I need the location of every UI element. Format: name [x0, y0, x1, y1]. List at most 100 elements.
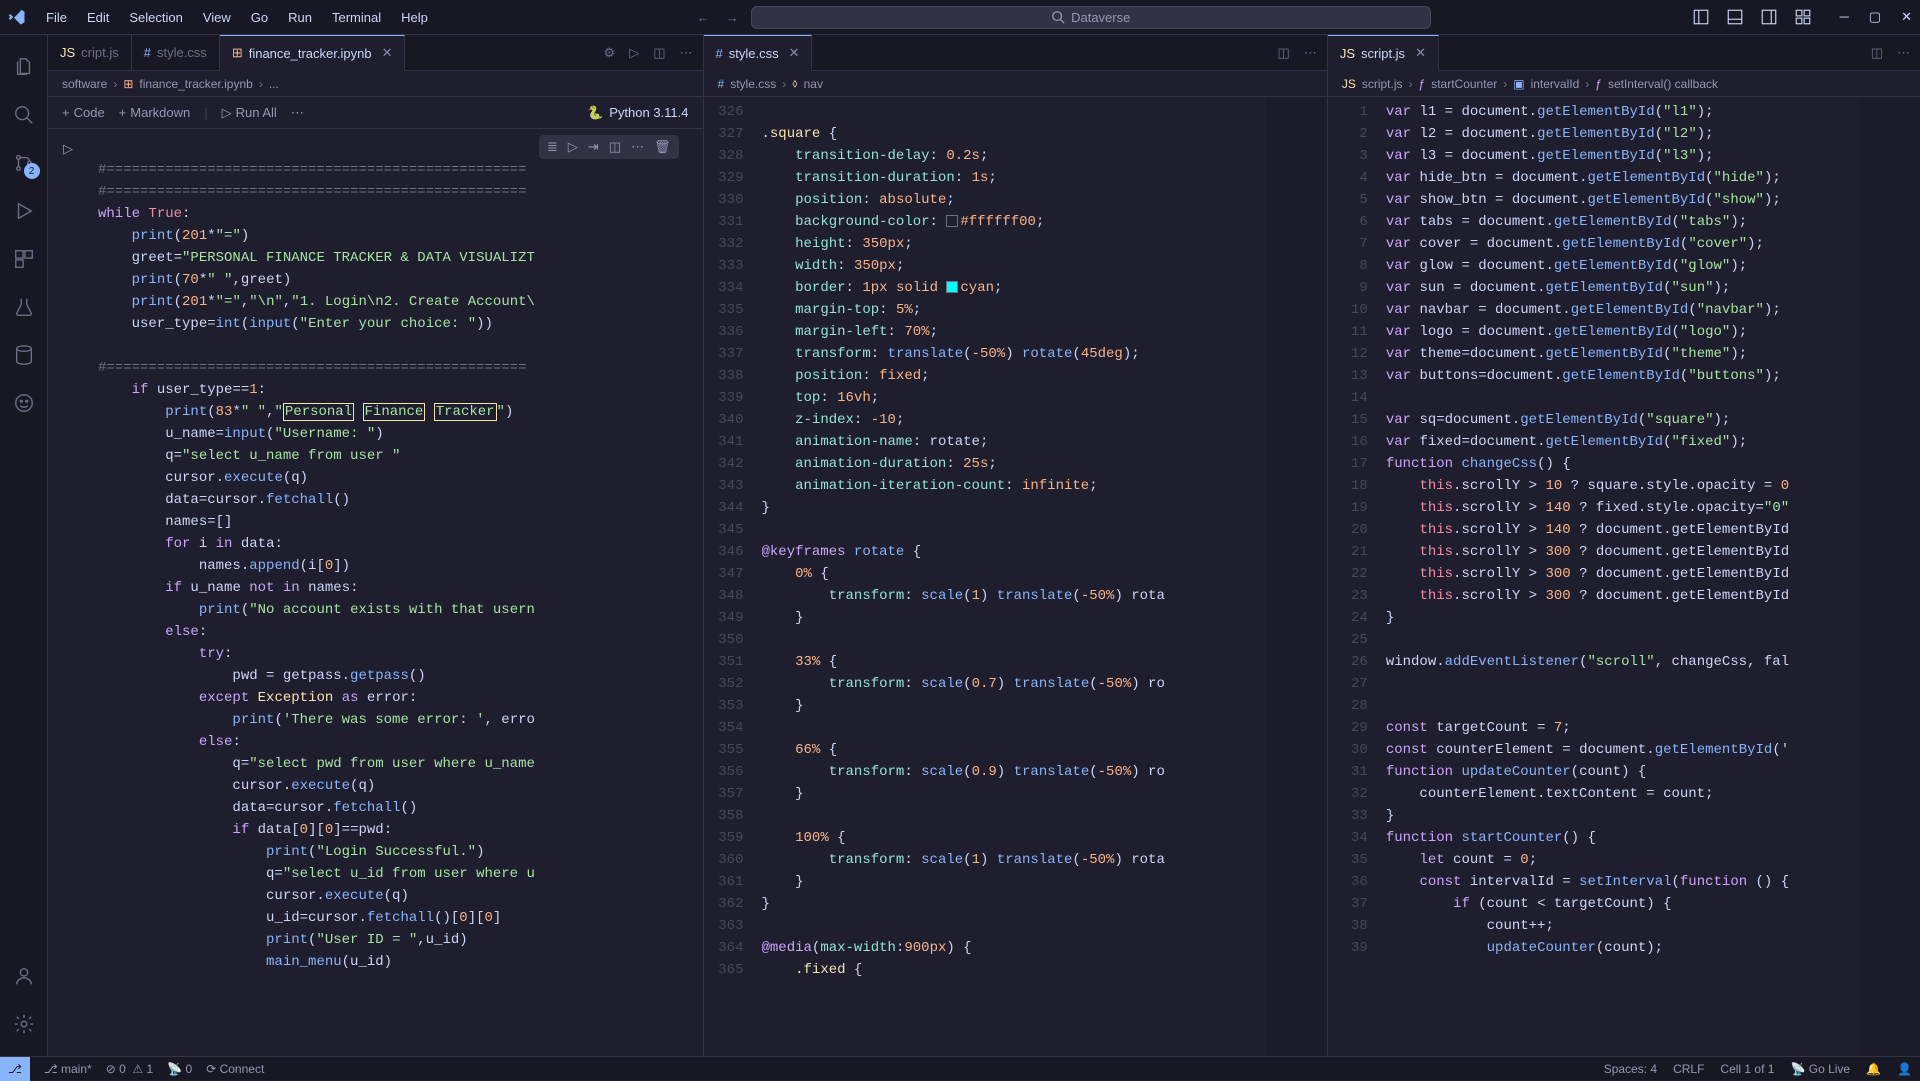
- close-icon[interactable]: ✕: [789, 45, 800, 61]
- run-icon[interactable]: ▷: [629, 45, 639, 61]
- beaker-icon: [13, 296, 35, 318]
- maximize-icon[interactable]: ▢: [1869, 9, 1881, 25]
- run-by-line-icon[interactable]: ≣: [547, 139, 558, 155]
- account-icon: [13, 965, 35, 987]
- search-icon: [13, 104, 35, 126]
- add-code-button[interactable]: +Code: [62, 105, 105, 120]
- split-icon[interactable]: ◫: [653, 45, 665, 61]
- activity-extensions[interactable]: [0, 235, 48, 283]
- menu-selection[interactable]: Selection: [121, 6, 190, 29]
- activity-database[interactable]: [0, 331, 48, 379]
- code-editor[interactable]: .square { transition-delay: 0.2s; transi…: [762, 97, 1267, 1056]
- minimap[interactable]: [1860, 97, 1920, 1056]
- feedback-icon[interactable]: 👤: [1897, 1062, 1912, 1076]
- tab-script-js[interactable]: JSscript.js✕: [1328, 35, 1439, 71]
- pet-icon: [13, 392, 35, 414]
- line-gutter: 1234567891011121314151617181920212223242…: [1328, 97, 1386, 1056]
- extensions-icon: [13, 248, 35, 270]
- minimize-icon[interactable]: ─: [1840, 9, 1849, 25]
- notebook-cell-code[interactable]: #=======================================…: [98, 159, 693, 973]
- git-branch[interactable]: ⎇ main*: [44, 1062, 92, 1076]
- split-cell-icon[interactable]: ◫: [609, 139, 621, 155]
- layout-toggle-bottom-icon[interactable]: [1726, 8, 1744, 26]
- breadcrumbs-3[interactable]: JSscript.js› ƒstartCounter› ▣intervalId›…: [1328, 71, 1920, 97]
- editor-group-3: JSscript.js✕ ◫ ⋯ JSscript.js› ƒstartCoun…: [1328, 35, 1920, 1056]
- gear-icon: [13, 1013, 35, 1035]
- code-editor[interactable]: var l1 = document.getElementById("l1"); …: [1386, 97, 1860, 1056]
- run-all-button[interactable]: ▷Run All: [222, 105, 277, 121]
- kernel-picker[interactable]: 🐍Python 3.11.4: [587, 105, 688, 121]
- close-icon[interactable]: ✕: [382, 45, 393, 61]
- layout-toggle-right-icon[interactable]: [1760, 8, 1778, 26]
- files-icon: [13, 56, 35, 78]
- more-icon[interactable]: ⋯: [291, 105, 304, 121]
- line-gutter: 3263273283293303313323333343353363373383…: [704, 97, 762, 1056]
- editor-group-2: #style.css✕ ◫ ⋯ #style.css› ⬨nav 3263273…: [704, 35, 1328, 1056]
- title-bar: File Edit Selection View Go Run Terminal…: [0, 0, 1920, 35]
- tab-style-css[interactable]: #style.css: [132, 35, 220, 71]
- tab-style-css-2[interactable]: #style.css✕: [704, 35, 813, 71]
- menu-terminal[interactable]: Terminal: [324, 6, 389, 29]
- split-icon[interactable]: ◫: [1278, 45, 1290, 61]
- minimap[interactable]: [1267, 97, 1327, 1056]
- execute-cell-icon[interactable]: ▷: [568, 139, 578, 155]
- cell-toolbar: ≣ ▷ ⇥ ◫ ⋯ 🗑: [539, 135, 679, 159]
- close-icon[interactable]: ✕: [1415, 45, 1426, 61]
- nav-forward-icon[interactable]: →: [726, 10, 739, 25]
- menu-view[interactable]: View: [195, 6, 239, 29]
- breadcrumbs-2[interactable]: #style.css› ⬨nav: [704, 71, 1327, 97]
- menu-edit[interactable]: Edit: [79, 6, 117, 29]
- more-icon[interactable]: ⋯: [631, 139, 644, 155]
- activity-settings[interactable]: [0, 1000, 48, 1048]
- menu-help[interactable]: Help: [393, 6, 436, 29]
- database-icon: [13, 344, 35, 366]
- tab-cript-js[interactable]: JScript.js: [48, 35, 132, 71]
- command-center[interactable]: Dataverse: [751, 6, 1431, 29]
- remote-indicator[interactable]: ⎇: [0, 1057, 30, 1081]
- command-center-text: Dataverse: [1071, 10, 1130, 25]
- more-icon[interactable]: ⋯: [1897, 45, 1910, 61]
- activity-bar: 2: [0, 35, 48, 1056]
- layout-toggle-left-icon[interactable]: [1692, 8, 1710, 26]
- more-icon[interactable]: ⋯: [680, 45, 693, 61]
- activity-debug[interactable]: [0, 187, 48, 235]
- tabs-group-2: #style.css✕ ◫ ⋯: [704, 35, 1327, 71]
- tabs-group-1: JScript.js #style.css ⊞finance_tracker.i…: [48, 35, 703, 71]
- scm-badge: 2: [24, 163, 40, 179]
- breadcrumbs-1[interactable]: software› ⊞finance_tracker.ipynb› ...: [48, 71, 703, 97]
- eol-indicator[interactable]: CRLF: [1673, 1062, 1704, 1076]
- activity-testing[interactable]: [0, 283, 48, 331]
- editor-group-1: JScript.js #style.css ⊞finance_tracker.i…: [48, 35, 704, 1056]
- layout-customize-icon[interactable]: [1794, 8, 1812, 26]
- run-debug-icon: [13, 200, 35, 222]
- activity-scm[interactable]: 2: [0, 139, 48, 187]
- nav-back-icon[interactable]: ←: [697, 10, 710, 25]
- cell-indicator[interactable]: Cell 1 of 1: [1720, 1062, 1774, 1076]
- activity-account[interactable]: [0, 952, 48, 1000]
- activity-search[interactable]: [0, 91, 48, 139]
- tabs-group-3: JSscript.js✕ ◫ ⋯: [1328, 35, 1920, 71]
- notebook-toolbar: +Code +Markdown | ▷Run All ⋯ 🐍Python 3.1…: [48, 97, 703, 129]
- activity-explorer[interactable]: [0, 43, 48, 91]
- delete-cell-icon[interactable]: 🗑: [654, 139, 671, 155]
- activity-pet[interactable]: [0, 379, 48, 427]
- status-bar: ⎇ ⎇ main* ⊘ 0 ⚠ 1 📡 0 ⟳ Connect Spaces: …: [0, 1056, 1920, 1080]
- tab-finance-tracker[interactable]: ⊞finance_tracker.ipynb✕: [220, 35, 406, 71]
- go-live-button[interactable]: 📡 Go Live: [1790, 1062, 1850, 1076]
- menu-run[interactable]: Run: [280, 6, 320, 29]
- connect-status[interactable]: ⟳ Connect: [206, 1062, 264, 1076]
- more-icon[interactable]: ⋯: [1304, 45, 1317, 61]
- notifications-icon[interactable]: 🔔: [1866, 1062, 1881, 1076]
- split-icon[interactable]: ◫: [1871, 45, 1883, 61]
- close-icon[interactable]: ✕: [1901, 9, 1912, 25]
- spaces-indicator[interactable]: Spaces: 4: [1604, 1062, 1657, 1076]
- add-markdown-button[interactable]: +Markdown: [119, 105, 191, 120]
- problems-status[interactable]: ⊘ 0 ⚠ 1: [106, 1062, 154, 1076]
- cell-run-button[interactable]: ▷: [48, 137, 88, 157]
- ports-status[interactable]: 📡 0: [167, 1062, 192, 1076]
- execute-below-icon[interactable]: ⇥: [588, 139, 599, 155]
- vscode-icon: [8, 8, 26, 26]
- menu-file[interactable]: File: [38, 6, 75, 29]
- menu-go[interactable]: Go: [243, 6, 276, 29]
- gear-icon[interactable]: ⚙: [604, 45, 616, 61]
